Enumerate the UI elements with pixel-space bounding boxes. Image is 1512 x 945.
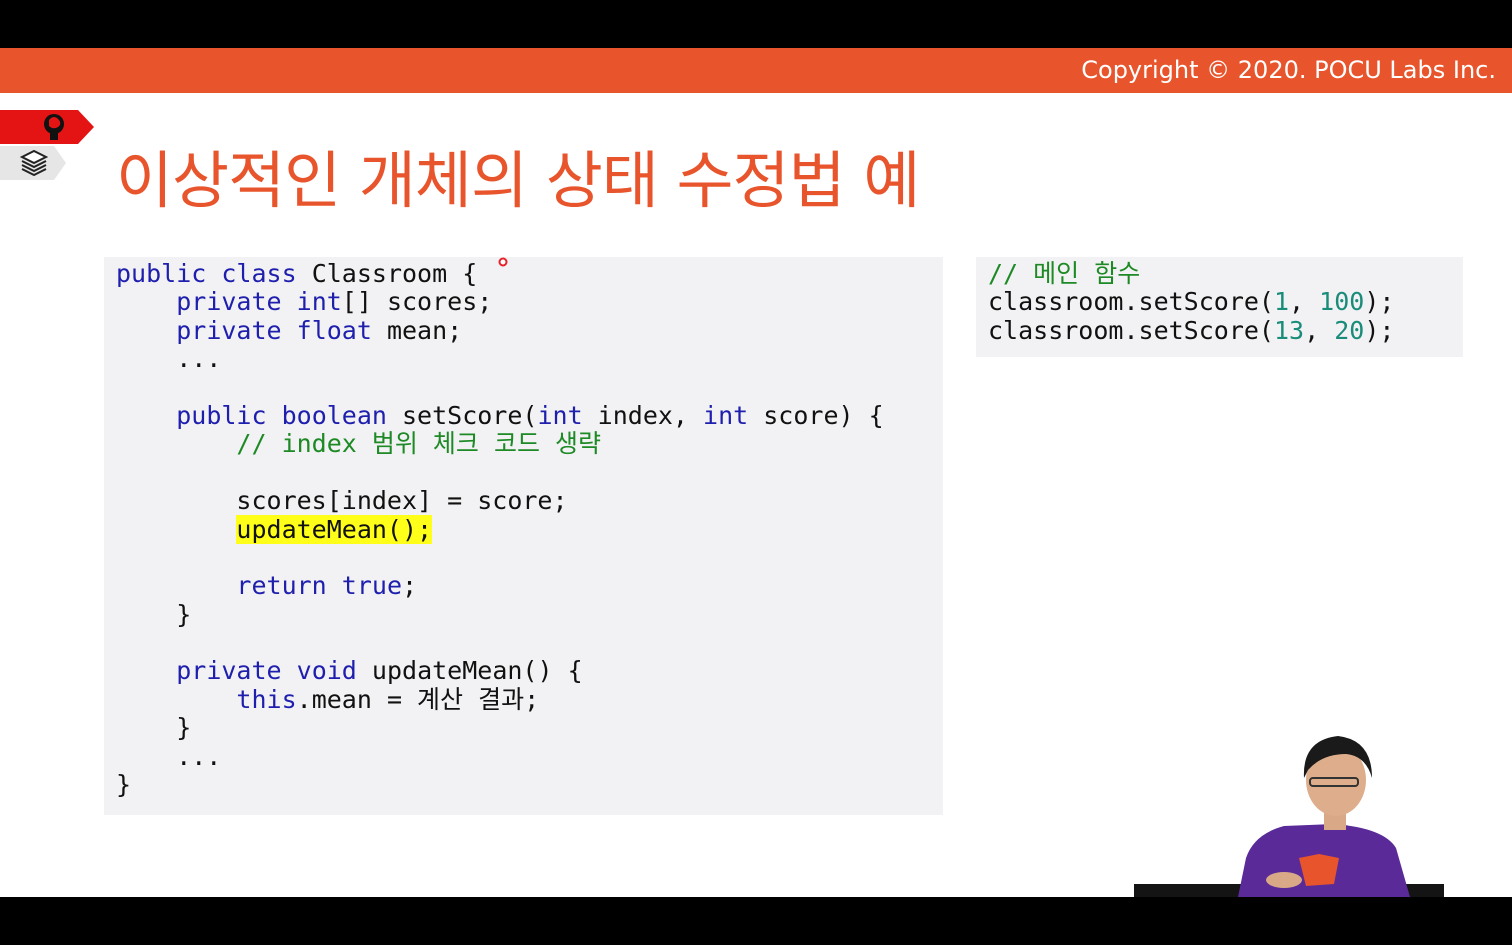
code-text: .mean = 계산 결과; <box>296 684 540 714</box>
presenter-video-thumbnail <box>1134 736 1444 897</box>
code-keyword: true <box>341 571 403 601</box>
highlighted-code: updateMean(); <box>236 514 433 544</box>
code-text: updateMean() { <box>356 656 583 686</box>
code-keyword: private <box>176 656 282 686</box>
code-line: // index 범위 체크 코드 생략 <box>104 430 943 458</box>
code-keyword: private <box>176 315 282 345</box>
code-line: this.mean = 계산 결과; <box>104 684 943 714</box>
code-line: } <box>116 713 192 743</box>
laser-pointer-dot <box>498 257 508 267</box>
code-number: 1 <box>1273 287 1290 317</box>
code-keyword: void <box>296 656 357 686</box>
code-text: classroom.setScore( <box>988 287 1274 317</box>
header-band: Copyright © 2020. POCU Labs Inc. <box>0 48 1512 93</box>
code-block-classroom: public class Classroom { private int[] s… <box>104 257 943 815</box>
code-keyword: public <box>116 259 207 288</box>
stacked-layers-icon <box>0 146 66 180</box>
code-line: private float mean; <box>104 315 943 345</box>
code-text: , <box>1289 287 1320 317</box>
code-keyword: int <box>296 287 342 317</box>
code-text: classroom.setScore( <box>988 315 1274 345</box>
slide: Copyright © 2020. POCU Labs Inc. 이상적인 개체… <box>0 48 1512 897</box>
code-line: private int[] scores; <box>104 288 943 316</box>
code-keyword: public <box>176 400 267 430</box>
video-letterbox-bottom <box>0 897 1512 945</box>
code-text: setScore( <box>386 400 538 430</box>
code-keyword: int <box>537 400 583 430</box>
code-text: mean; <box>371 315 463 345</box>
code-keyword: this <box>236 684 297 714</box>
code-text: index, <box>582 400 704 430</box>
code-block-main-function: // 메인 함수 classroom.setScore(1, 100); cla… <box>976 257 1463 357</box>
code-text: , <box>1304 315 1335 345</box>
code-comment: // 메인 함수 <box>988 259 1141 288</box>
code-keyword: int <box>703 400 749 430</box>
code-comment: // index 범위 체크 코드 생략 <box>236 429 602 459</box>
code-text: score) { <box>748 400 884 430</box>
code-line: classroom.setScore(13, 20); <box>976 315 1463 345</box>
code-line: classroom.setScore(1, 100); <box>976 288 1463 316</box>
code-line: public class Classroom { <box>104 259 943 288</box>
code-line: scores[index] = score; <box>116 486 568 516</box>
code-line: updateMean(); <box>104 514 943 544</box>
code-text: ); <box>1364 315 1395 345</box>
slide-title: 이상적인 개체의 상태 수정법 예 <box>116 144 920 217</box>
code-keyword: return <box>236 571 327 601</box>
code-number: 20 <box>1334 315 1365 345</box>
brain-head-icon <box>0 110 94 144</box>
code-keyword: boolean <box>281 400 387 430</box>
code-line: ... <box>116 741 222 771</box>
code-line: } <box>116 599 192 629</box>
code-text: Classroom { <box>296 259 478 288</box>
video-letterbox-top <box>0 0 1512 48</box>
code-text: [] scores; <box>341 287 493 317</box>
code-line: return true; <box>104 572 943 600</box>
copyright-text: Copyright © 2020. POCU Labs Inc. <box>1081 56 1496 84</box>
code-text: ); <box>1364 287 1395 317</box>
code-keyword: class <box>221 259 297 288</box>
code-line: ... <box>116 344 222 374</box>
code-keyword: private <box>176 287 282 317</box>
code-line: private void updateMean() { <box>104 657 943 685</box>
code-number: 13 <box>1273 315 1305 345</box>
code-keyword: float <box>296 315 372 345</box>
code-line: public boolean setScore(int index, int s… <box>104 400 943 430</box>
code-number: 100 <box>1319 287 1365 317</box>
code-text: ; <box>402 571 418 601</box>
code-line: } <box>116 770 132 800</box>
